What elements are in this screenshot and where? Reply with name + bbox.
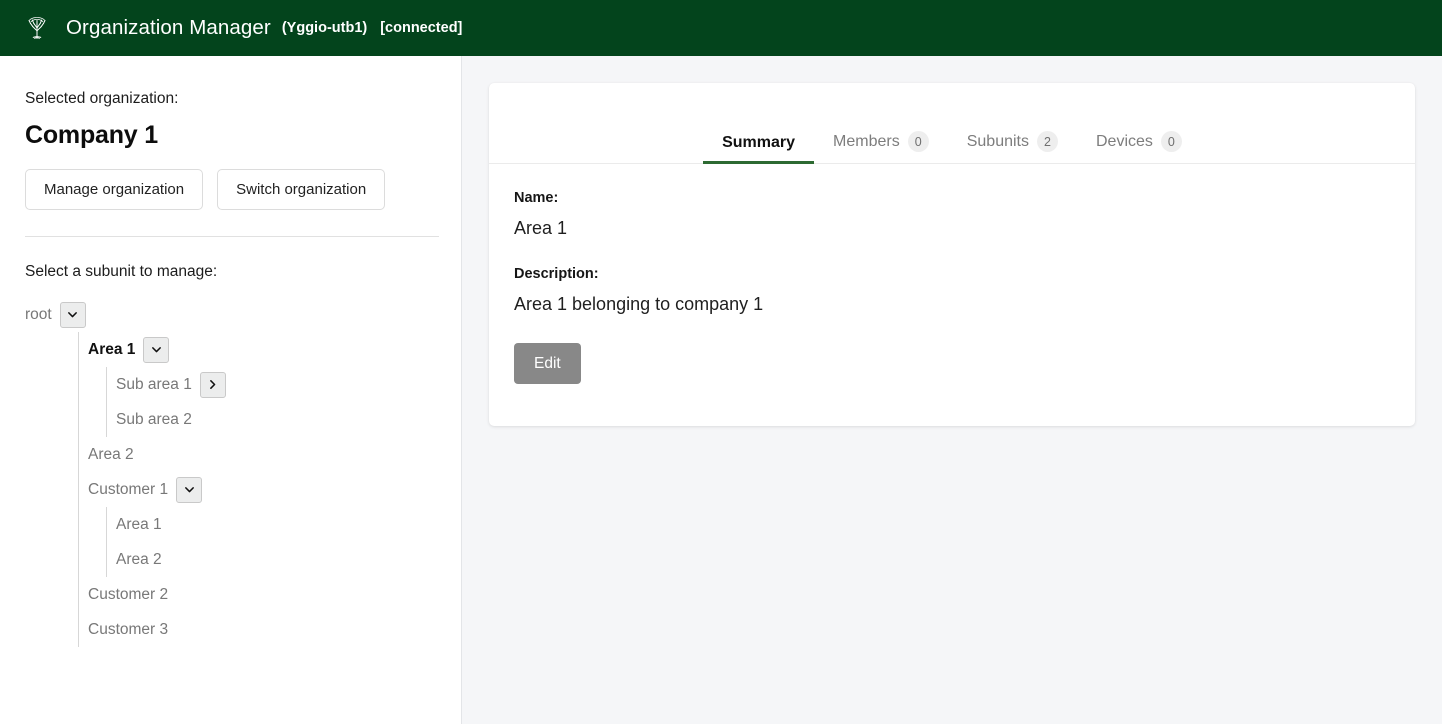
tree-node-label[interactable]: root (25, 306, 52, 324)
organization-name: Company 1 (25, 120, 158, 149)
name-field-label: Name: (514, 190, 559, 206)
chevron-down-icon-button[interactable] (143, 336, 170, 363)
tree-node-label[interactable]: Area 2 (116, 551, 162, 569)
edit-button[interactable]: Edit (514, 342, 581, 384)
tab-devices[interactable]: Devices 0 (1077, 131, 1201, 163)
chevron-down-icon-button[interactable] (176, 476, 203, 503)
app-body: Selected organization: Company 1 Manage … (0, 56, 1442, 724)
tree-node-label[interactable]: Area 2 (88, 446, 134, 464)
tree-logo-icon (22, 13, 52, 43)
tree-node-label[interactable]: Area 1 (116, 516, 162, 534)
connection-status: [connected] (380, 20, 463, 36)
subunit-tree: root Area 1 Sub area 1 Sub area 2 Area 2… (25, 297, 437, 648)
subunit-prompt-label: Select a subunit to manage: (25, 263, 218, 281)
tab-label: Devices (1095, 132, 1153, 150)
sidebar: Selected organization: Company 1 Manage … (0, 56, 462, 724)
tree-children-area-1: Sub area 1 Sub area 2 (106, 367, 437, 438)
field-spacer (514, 240, 1390, 266)
tree-node-customer-3[interactable]: Customer 3 (79, 612, 437, 647)
tab-badge-count: 0 (907, 131, 929, 152)
manage-organization-button[interactable]: Manage organization (25, 169, 204, 211)
name-field-value: Area 1 (514, 218, 568, 239)
tab-label: Members (833, 132, 900, 150)
detail-card: Summary Members 0 Subunits 2 Devices 0 N… (489, 83, 1415, 426)
main-content: Summary Members 0 Subunits 2 Devices 0 N… (462, 56, 1442, 724)
tab-bar: Summary Members 0 Subunits 2 Devices 0 (489, 83, 1415, 164)
switch-organization-button[interactable]: Switch organization (217, 169, 386, 211)
tree-node-label[interactable]: Sub area 1 (116, 376, 192, 394)
app-header: Organization Manager (Yggio-utb1) [conne… (0, 0, 1442, 56)
tree-node-root[interactable]: root (25, 297, 437, 332)
tab-summary[interactable]: Summary (703, 134, 814, 164)
tab-label: Summary (722, 134, 796, 151)
tree-children-root: Area 1 Sub area 1 Sub area 2 Area 2 Cust… (78, 332, 437, 648)
tab-list: Summary Members 0 Subunits 2 Devices 0 (703, 131, 1201, 164)
instance-name: (Yggio-utb1) (281, 20, 368, 36)
tab-label: Subunits (966, 132, 1029, 150)
tree-node-customer-1[interactable]: Customer 1 (79, 472, 437, 507)
tree-node-label[interactable]: Customer 2 (88, 586, 168, 604)
selected-organization-label: Selected organization: (25, 90, 179, 107)
tree-node-label[interactable]: Sub area 2 (116, 411, 192, 429)
tree-node-label[interactable]: Customer 3 (88, 621, 168, 639)
tree-node-customer-1-area-1[interactable]: Area 1 (107, 507, 437, 542)
tab-subunits[interactable]: Subunits 2 (948, 131, 1077, 163)
summary-panel: Name: Area 1 Description: Area 1 belongi… (489, 164, 1415, 384)
description-field-label: Description: (514, 265, 599, 282)
tree-node-customer-1-area-2[interactable]: Area 2 (107, 542, 437, 577)
sidebar-divider (25, 236, 439, 238)
description-field-value: Area 1 belonging to company 1 (514, 294, 764, 315)
tree-children-customer-1: Area 1 Area 2 (106, 507, 437, 578)
organization-actions: Manage organization Switch organization (25, 169, 437, 211)
tree-node-label[interactable]: Customer 1 (88, 481, 168, 499)
tree-node-sub-area-1[interactable]: Sub area 1 (107, 367, 437, 402)
tree-node-customer-2[interactable]: Customer 2 (79, 577, 437, 612)
tree-node-area-2[interactable]: Area 2 (79, 437, 437, 472)
tab-badge-count: 0 (1160, 131, 1182, 152)
app-title: Organization Manager (66, 16, 271, 39)
tab-badge-count: 2 (1036, 131, 1058, 152)
chevron-right-icon-button[interactable] (199, 371, 226, 398)
tree-node-area-1[interactable]: Area 1 (79, 332, 437, 367)
tree-node-sub-area-2[interactable]: Sub area 2 (107, 402, 437, 437)
chevron-down-icon-button[interactable] (59, 301, 86, 328)
tab-members[interactable]: Members 0 (814, 131, 948, 163)
tree-node-label[interactable]: Area 1 (88, 341, 135, 359)
